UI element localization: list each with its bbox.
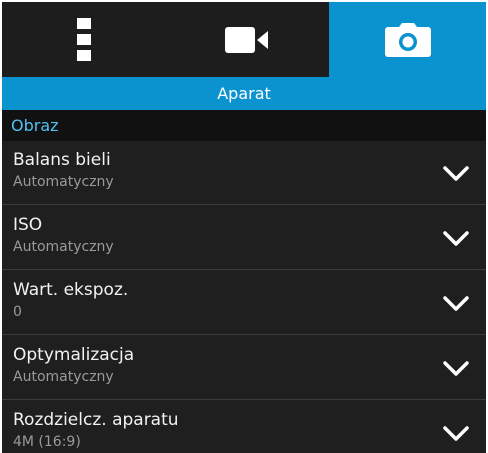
vertical-dots-icon	[76, 17, 91, 61]
chevron-down-icon[interactable]	[442, 425, 470, 443]
setting-value: Automatyczny	[13, 174, 114, 190]
setting-label: ISO	[13, 215, 43, 235]
setting-label: Wart. ekspoz.	[13, 280, 129, 300]
setting-label: Rozdzielcz. aparatu	[13, 410, 179, 430]
tab-camera[interactable]	[329, 2, 486, 77]
camera-icon	[384, 22, 431, 57]
setting-camera-resolution[interactable]: Rozdzielcz. aparatu 4M (16:9)	[2, 401, 486, 453]
chevron-down-icon[interactable]	[442, 230, 470, 248]
setting-iso[interactable]: ISO Automatyczny	[2, 206, 486, 270]
settings-tab-bar	[2, 2, 486, 77]
tab-more[interactable]	[2, 2, 165, 77]
section-header-image: Obraz	[2, 110, 486, 141]
setting-label: Balans bieli	[13, 150, 111, 170]
video-camera-icon	[225, 26, 268, 53]
setting-value: Automatyczny	[13, 239, 114, 255]
setting-label: Optymalizacja	[13, 345, 135, 365]
setting-value: Automatyczny	[13, 369, 114, 385]
camera-settings-panel: Aparat Obraz Balans bieli Automatyczny I…	[2, 2, 486, 453]
setting-value: 4M (16:9)	[13, 434, 81, 450]
chevron-down-icon[interactable]	[442, 360, 470, 378]
panel-title: Aparat	[2, 77, 486, 110]
tab-video[interactable]	[165, 2, 329, 77]
chevron-down-icon[interactable]	[442, 295, 470, 313]
setting-exposure[interactable]: Wart. ekspoz. 0	[2, 271, 486, 335]
setting-optimization[interactable]: Optymalizacja Automatyczny	[2, 336, 486, 400]
chevron-down-icon[interactable]	[442, 165, 470, 183]
setting-value: 0	[13, 304, 22, 320]
setting-white-balance[interactable]: Balans bieli Automatyczny	[2, 141, 486, 205]
